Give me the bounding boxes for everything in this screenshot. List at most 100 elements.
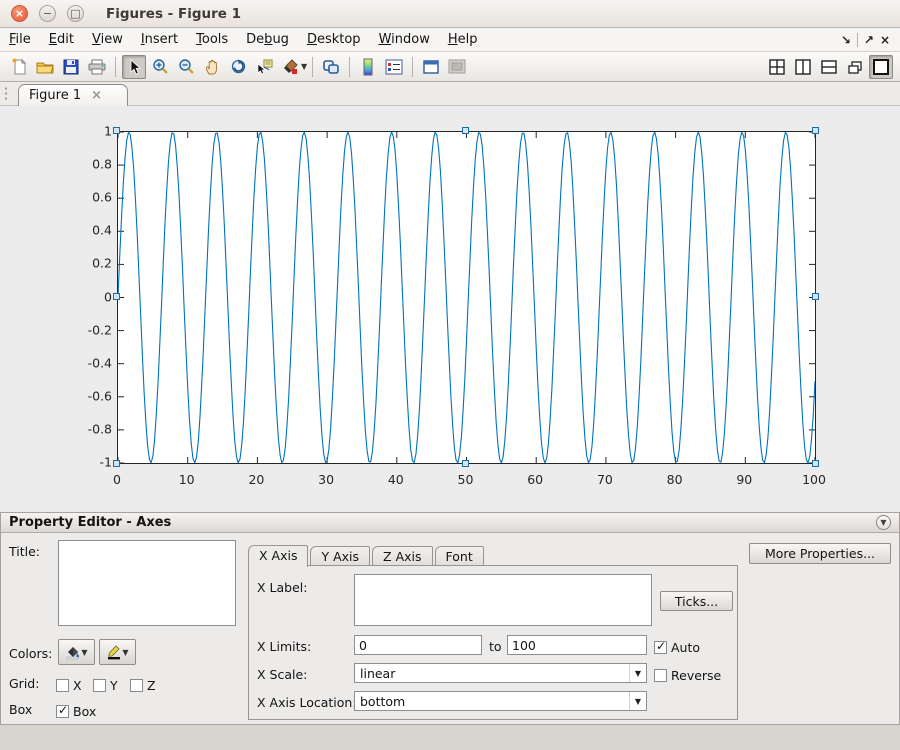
collapse-panel-icon[interactable]: ▼ (876, 515, 891, 530)
y-tick-label: 0 (104, 289, 112, 304)
x-tick-label: 90 (736, 472, 752, 487)
layout-columns-button[interactable] (791, 55, 815, 79)
layout-rows-button[interactable] (817, 55, 841, 79)
menu-view[interactable]: View (83, 29, 132, 50)
x-scale-dropdown[interactable]: linear ▼ (354, 663, 647, 683)
figures-window: × − □ Figures - Figure 1 File Edit View … (0, 0, 900, 750)
selection-handle[interactable] (113, 127, 120, 134)
menu-edit[interactable]: Edit (40, 29, 83, 50)
property-editor-header[interactable]: Property Editor - Axes ▼ (1, 513, 899, 533)
save-floppy-icon (63, 59, 79, 75)
tab-z-axis[interactable]: Z Axis (372, 546, 432, 566)
x-tick-label: 0 (113, 472, 121, 487)
y-tick-label: -0.6 (88, 388, 112, 403)
tab-y-axis[interactable]: Y Axis (310, 546, 370, 566)
x-label-input[interactable] (354, 574, 652, 626)
data-cursor-icon (256, 58, 273, 75)
x-reverse-checkbox[interactable]: Reverse (654, 665, 721, 684)
selection-handle[interactable] (113, 460, 120, 467)
selection-handle[interactable] (113, 293, 120, 300)
x-limits-auto-checkbox[interactable]: Auto (654, 637, 700, 656)
show-plot-tools-button[interactable] (445, 55, 469, 79)
hide-plot-tools-icon (423, 60, 439, 74)
x-scale-label: X Scale: (257, 667, 307, 682)
tab-figure-1[interactable]: Figure 1 × (18, 84, 128, 106)
dropdown-arrow-icon: ▼ (629, 664, 646, 682)
menu-help[interactable]: Help (439, 29, 487, 50)
tab-close-icon[interactable]: × (91, 88, 102, 103)
x-tick-label: 70 (597, 472, 613, 487)
tab-x-axis[interactable]: X Axis (248, 545, 308, 567)
selection-handle[interactable] (812, 127, 819, 134)
box-checkbox[interactable]: Box (56, 701, 96, 720)
brush-dropdown-caret[interactable]: ▼ (301, 62, 307, 71)
title-input[interactable] (58, 540, 236, 626)
menu-tools[interactable]: Tools (187, 29, 237, 50)
rotate-3d-button[interactable] (226, 55, 250, 79)
grid-z-checkbox[interactable]: Z (130, 675, 156, 694)
selection-handle[interactable] (462, 127, 469, 134)
layout-maximized-button[interactable] (869, 55, 893, 79)
x-limits-min-input[interactable] (354, 635, 482, 655)
y-axis-tick-labels: -1-0.8-0.6-0.4-0.200.20.40.60.81 (40, 131, 112, 464)
plot-axes[interactable] (117, 131, 816, 464)
selection-handle[interactable] (812, 293, 819, 300)
new-figure-button[interactable] (7, 55, 31, 79)
link-plots-button[interactable] (319, 55, 343, 79)
more-properties-button[interactable]: More Properties... (749, 543, 891, 564)
brush-data-button[interactable] (278, 55, 302, 79)
window-minimize-button[interactable]: − (39, 5, 56, 22)
window-close-button[interactable]: × (11, 5, 28, 22)
box-label: Box (9, 702, 32, 717)
selection-handle[interactable] (812, 460, 819, 467)
menu-window[interactable]: Window (370, 29, 439, 50)
dock-figure-icon[interactable]: ↘ (841, 33, 851, 47)
figure-toolbar: ▼ (0, 52, 900, 82)
pointer-button[interactable] (122, 55, 146, 79)
paint-bucket-icon (65, 644, 81, 660)
zoom-in-button[interactable] (148, 55, 172, 79)
tab-label: Figure 1 (29, 88, 81, 103)
fill-color-button[interactable]: ▼ (58, 639, 95, 665)
save-figure-button[interactable] (59, 55, 83, 79)
line-color-button[interactable]: ▼ (99, 639, 136, 665)
pan-button[interactable] (200, 55, 224, 79)
insert-colorbar-button[interactable] (356, 55, 380, 79)
print-figure-button[interactable] (85, 55, 109, 79)
arrow-cursor-icon (127, 59, 141, 75)
tab-font[interactable]: Font (435, 546, 484, 566)
colorbar-icon (361, 58, 375, 76)
layout-float-button[interactable] (843, 55, 867, 79)
sine-line[interactable] (118, 132, 815, 463)
menubar-separator (857, 33, 858, 47)
layout-grid-button[interactable] (765, 55, 789, 79)
menu-debug[interactable]: Debug (237, 29, 298, 50)
hide-plot-tools-button[interactable] (419, 55, 443, 79)
figure-canvas[interactable]: 0102030405060708090100 -1-0.8-0.6-0.4-0.… (0, 106, 900, 512)
legend-icon (385, 59, 403, 75)
grid-x-checkbox[interactable]: X (56, 675, 82, 694)
show-plot-tools-icon (448, 59, 466, 74)
grid-y-checkbox[interactable]: Y (93, 675, 118, 694)
window-bottom-strip (0, 726, 900, 750)
data-cursor-button[interactable] (252, 55, 276, 79)
close-figure-icon[interactable]: × (880, 33, 890, 47)
fill-color-caret: ▼ (81, 648, 87, 657)
window-maximize-button[interactable]: □ (67, 5, 84, 22)
menu-file[interactable]: File (0, 29, 40, 50)
toolbar-separator (115, 57, 116, 77)
x-limits-max-input[interactable] (507, 635, 647, 655)
x-axis-location-dropdown[interactable]: bottom ▼ (354, 691, 647, 711)
undock-icon[interactable]: ↗ (864, 33, 874, 47)
menu-desktop[interactable]: Desktop (298, 29, 370, 50)
menu-insert[interactable]: Insert (132, 29, 187, 50)
ticks-button[interactable]: Ticks... (660, 591, 733, 611)
open-file-button[interactable] (33, 55, 57, 79)
toolbar-separator (412, 57, 413, 77)
line-color-caret: ▼ (122, 648, 128, 657)
y-tick-label: -0.8 (88, 421, 112, 436)
selection-handle[interactable] (462, 460, 469, 467)
zoom-out-button[interactable] (174, 55, 198, 79)
insert-legend-button[interactable] (382, 55, 406, 79)
tab-drag-handle[interactable] (4, 86, 8, 102)
